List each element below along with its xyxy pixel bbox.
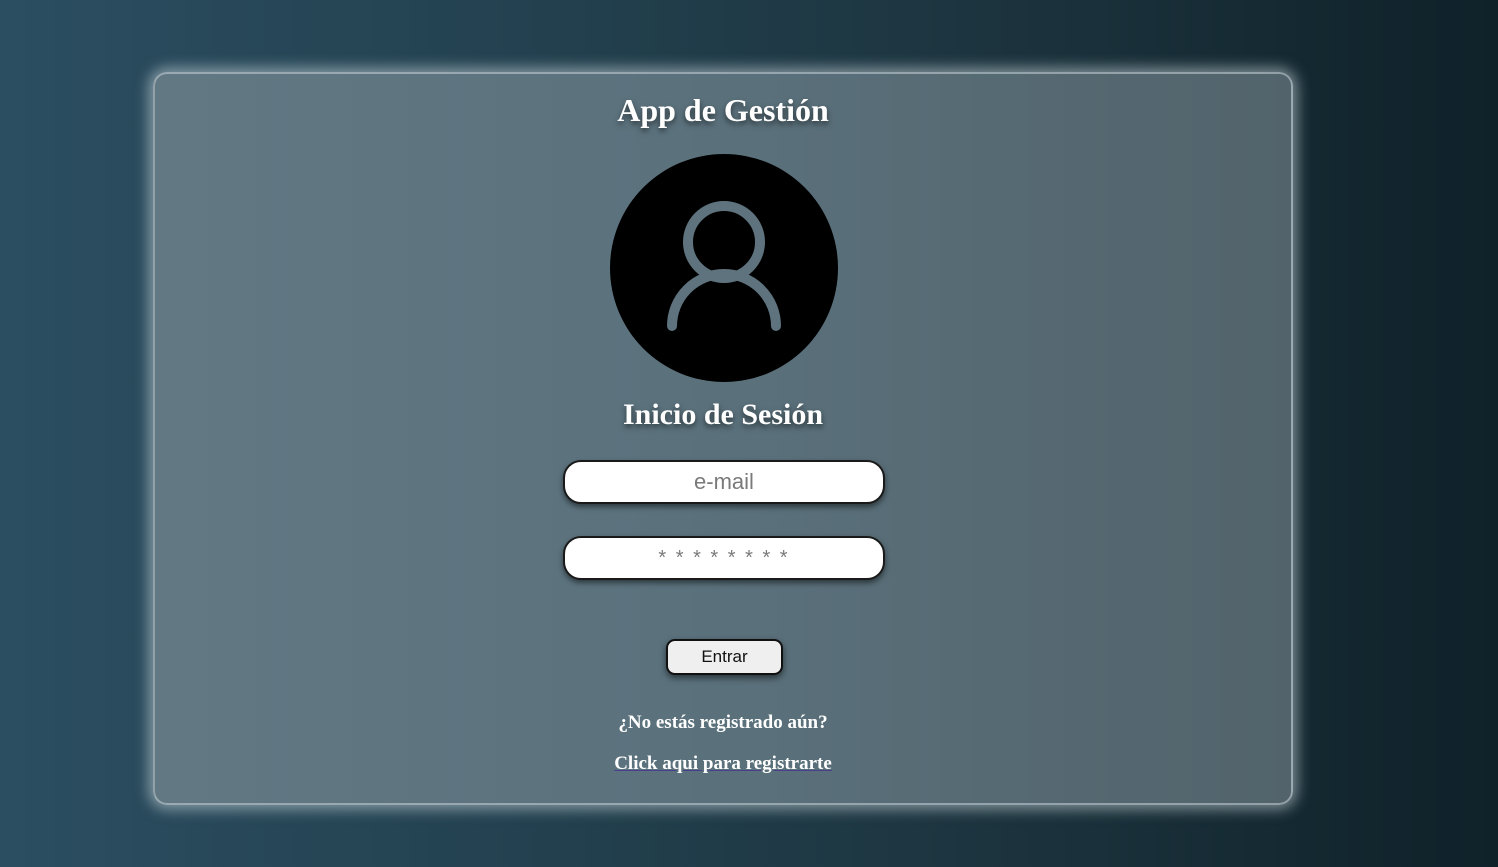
register-link-container: Click aqui para registrarte <box>155 753 1291 775</box>
register-link[interactable]: Click aqui para registrarte <box>614 753 832 774</box>
submit-button[interactable]: Entrar <box>666 639 783 675</box>
user-icon <box>667 201 781 331</box>
login-heading: Inicio de Sesión <box>622 398 824 431</box>
email-field[interactable] <box>563 460 885 504</box>
avatar <box>610 154 838 382</box>
password-field[interactable] <box>563 536 885 580</box>
app-title: App de Gestión <box>617 92 829 128</box>
login-card: App de Gestión Inicio de Sesión Entrar ¿… <box>153 72 1293 805</box>
register-question: ¿No estás registrado aún? <box>618 712 828 733</box>
